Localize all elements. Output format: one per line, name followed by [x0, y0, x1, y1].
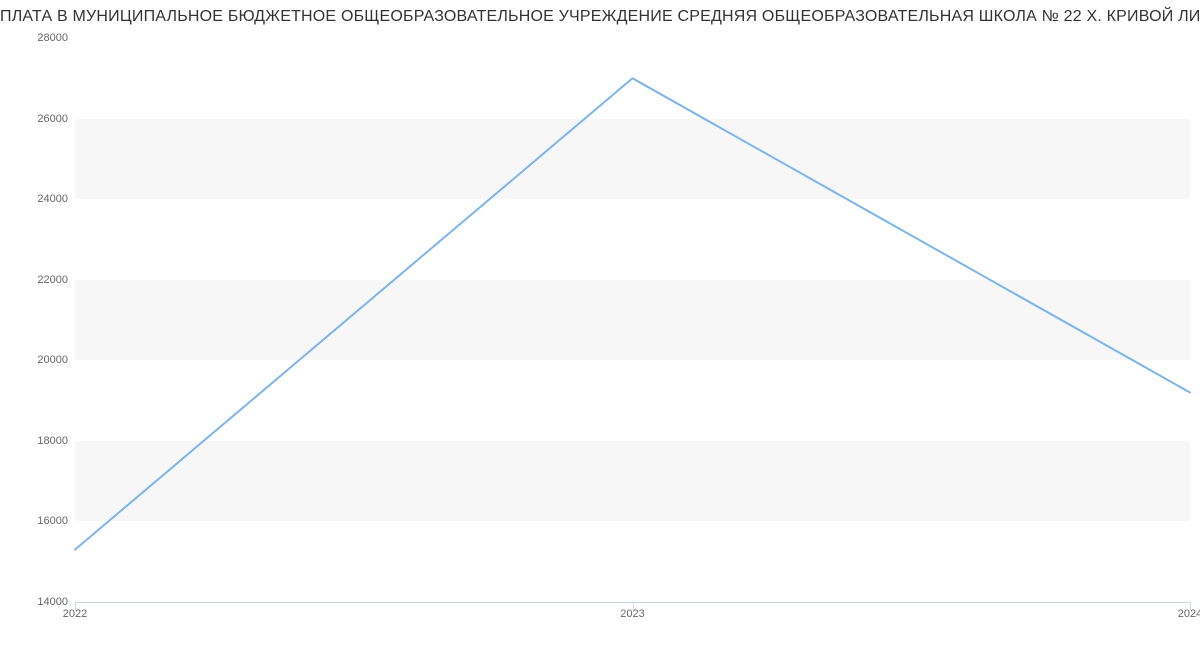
chart-title: ПЛАТА В МУНИЦИПАЛЬНОЕ БЮДЖЕТНОЕ ОБЩЕОБРА…: [0, 0, 1200, 26]
x-tick-label: 2024: [1178, 608, 1200, 620]
x-tick-label: 2023: [620, 608, 644, 620]
y-tick-label: 28000: [37, 32, 68, 44]
chart-container: ПЛАТА В МУНИЦИПАЛЬНОЕ БЮДЖЕТНОЕ ОБЩЕОБРА…: [0, 0, 1200, 650]
y-tick-label: 20000: [37, 354, 68, 366]
y-tick-label: 18000: [37, 435, 68, 447]
y-tick-label: 22000: [37, 274, 68, 286]
y-tick-label: 14000: [37, 596, 68, 608]
y-tick-label: 24000: [37, 193, 68, 205]
y-tick-label: 26000: [37, 113, 68, 125]
y-tick-label: 16000: [37, 515, 68, 527]
plot-area: [75, 38, 1190, 602]
line-chart-svg: [75, 38, 1190, 602]
data-series-line: [75, 78, 1190, 549]
x-tick-label: 2022: [63, 608, 87, 620]
